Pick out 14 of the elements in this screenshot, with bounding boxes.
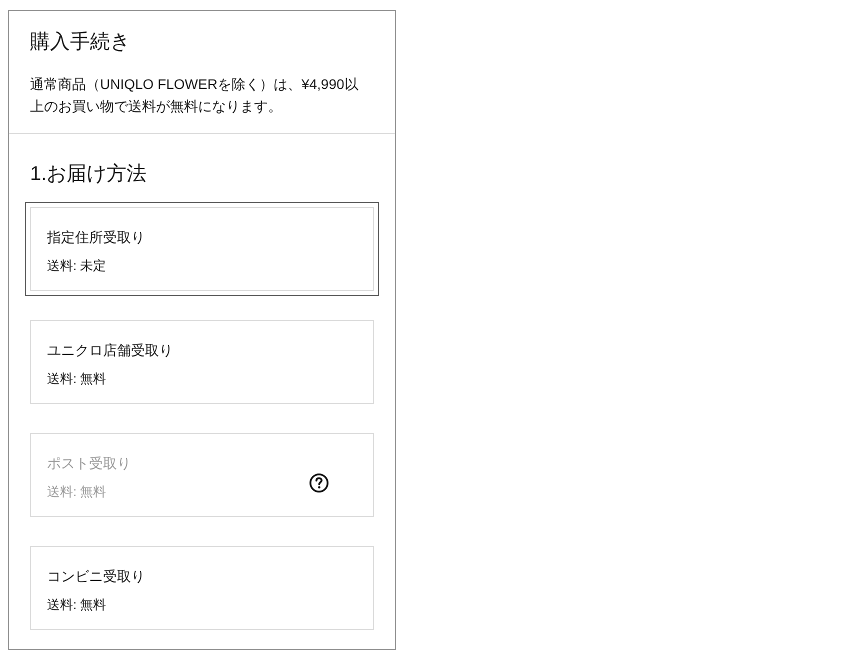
option-name: ユニクロ店舗受取り xyxy=(47,341,173,360)
option-name: コンビニ受取り xyxy=(47,567,145,586)
shipping-fee: 送料: 無料 xyxy=(47,483,108,501)
option-name: 指定住所受取り xyxy=(47,228,145,247)
delivery-option-card[interactable]: コンビニ受取り 送料: 無料 xyxy=(30,546,374,630)
page-title: 購入手続き xyxy=(30,30,131,55)
shipping-fee: 送料: 無料 xyxy=(47,596,108,614)
shipping-fee: 送料: 無料 xyxy=(47,370,108,388)
delivery-option-card[interactable]: 指定住所受取り 送料: 未定 xyxy=(30,207,374,291)
delivery-option-card[interactable]: ユニクロ店舗受取り 送料: 無料 xyxy=(30,320,374,404)
shipping-note: 通常商品（UNIQLO FLOWERを除く）は、¥4,990以上のお買い物で送料が無料になります。 xyxy=(30,75,360,116)
section-heading: 1.お届け方法 xyxy=(30,162,148,187)
option-name: ポスト受取り xyxy=(47,454,131,473)
shipping-fee: 送料: 未定 xyxy=(47,257,108,275)
